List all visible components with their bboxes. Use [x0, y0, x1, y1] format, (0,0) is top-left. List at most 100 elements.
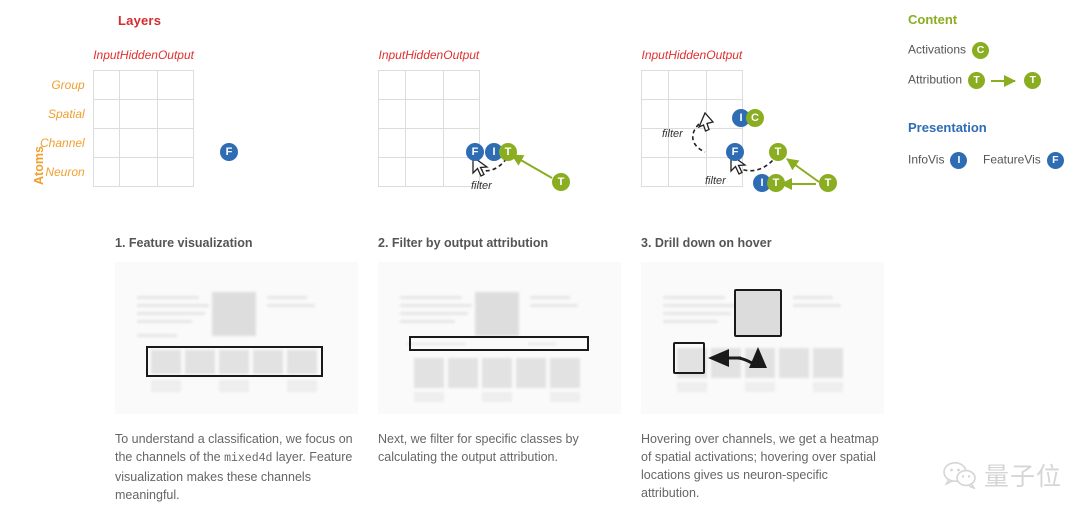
cell-neuron-input[interactable]: [641, 156, 669, 187]
legend-row-activations: Activations C: [908, 42, 990, 59]
matrix-row-channel: Channel: [40, 127, 195, 158]
cell-channel-hidden[interactable]: [404, 127, 444, 158]
cell-channel-input[interactable]: [92, 127, 121, 158]
matrix-row-group: [378, 69, 480, 100]
matrix-row-neuron: [378, 156, 480, 187]
cell-neuron-hidden[interactable]: [404, 156, 444, 187]
matrix-col-header-input: Input: [641, 47, 669, 62]
step-3-thumbnail[interactable]: [641, 262, 884, 414]
caption-text-part1: Next, we filter for specific classes by …: [378, 432, 579, 464]
matrix-col-header-output: Output: [443, 47, 480, 62]
cell-group-input[interactable]: [92, 69, 121, 100]
filter-label: filter: [471, 180, 492, 192]
legend-heading-content: Content: [908, 12, 958, 27]
step-2-title: 2. Filter by output attribution: [378, 236, 549, 250]
cell-spatial-input[interactable]: [378, 98, 406, 129]
cell-group-hidden[interactable]: [404, 69, 444, 100]
cell-group-input[interactable]: [641, 69, 669, 100]
legend-row-infovis: InfoVis I: [908, 152, 968, 169]
legend: Content Activations C Attribution T T Pres…: [908, 12, 1073, 169]
matrix-header-row: Input Hidden Output: [40, 40, 194, 70]
badge-attribution-from[interactable]: T: [968, 72, 986, 89]
cell-neuron-output[interactable]: [157, 156, 195, 187]
step-2-caption: Next, we filter for specific classes by …: [378, 430, 621, 466]
legend-arrow-icon: [991, 74, 1017, 87]
cell-neuron-hidden[interactable]: [119, 156, 159, 187]
legend-label-attribution: Attribution: [908, 72, 963, 87]
badge-attribution-neuron[interactable]: T: [767, 174, 785, 192]
step-1-thumbnail[interactable]: [115, 262, 358, 414]
cell-spatial-output[interactable]: [442, 98, 480, 129]
matrix-row-header-group: Group: [51, 77, 85, 92]
matrix-table-2: Input Hidden Output: [378, 40, 480, 187]
cell-spatial-hidden[interactable]: [667, 98, 707, 129]
badge-attribution-output[interactable]: T: [552, 173, 570, 191]
matrix-col-header-output: Output: [706, 47, 743, 62]
caption-text-part1: Hovering over channels, we get a heatmap…: [641, 432, 879, 500]
badge-attribution-channel[interactable]: T: [769, 143, 787, 161]
matrix-table-1: Input Hidden Output Group Spatial Channe…: [40, 40, 195, 187]
cell-channel-output[interactable]: [157, 127, 195, 158]
cell-spatial-input[interactable]: [92, 98, 121, 129]
badge-attribution-output[interactable]: T: [819, 174, 837, 192]
matrix-row-spatial: [378, 98, 480, 129]
matrix-row-neuron: Neuron: [40, 156, 195, 187]
cell-channel-input[interactable]: [378, 127, 406, 158]
drill-down-arrows: [708, 347, 767, 368]
cell-spatial-hidden[interactable]: [404, 98, 444, 129]
wechat-icon: [943, 462, 976, 489]
highlight-channel-row: [146, 346, 323, 377]
cell-spatial-output[interactable]: [157, 98, 195, 129]
step-panel-1: 1. Feature visualization To understand a…: [115, 236, 358, 517]
badge-attribution-to[interactable]: T: [1024, 72, 1042, 89]
matrix-header-row: Input Hidden Output: [379, 40, 480, 70]
badge-activations[interactable]: C: [972, 42, 990, 59]
cell-group-hidden[interactable]: [119, 69, 159, 100]
legend-label-activations: Activations: [908, 42, 967, 57]
caption-layer-name: mixed4d: [224, 452, 273, 465]
step-2-thumbnail[interactable]: [378, 262, 621, 414]
cell-group-output[interactable]: [705, 69, 743, 100]
matrix-col-header-output: Output: [157, 47, 194, 62]
thumbnail-blurred-content: [115, 262, 358, 414]
cell-neuron-input[interactable]: [378, 156, 406, 187]
matrix-row-header-spatial: Spatial: [48, 106, 85, 121]
matrix-row-header-neuron: Neuron: [45, 164, 85, 179]
cell-spatial-hidden[interactable]: [119, 98, 159, 129]
matrix-table-3: Input Hidden Output: [641, 40, 743, 187]
watermark-text: 量子位: [983, 462, 1062, 491]
badge-featurevis[interactable]: F: [466, 143, 484, 161]
cell-spatial-input[interactable]: [641, 98, 669, 129]
page-root: Layers Atoms Input Hidden Output Group S…: [0, 0, 1080, 521]
matrix-corner: [40, 40, 93, 70]
badge-featurevis[interactable]: F: [220, 143, 238, 161]
cell-neuron-input[interactable]: [92, 156, 121, 187]
filter-label-1: filter: [662, 128, 683, 140]
badge-featurevis-channel[interactable]: F: [726, 143, 744, 161]
legend-row-attribution: Attribution T T: [908, 72, 1042, 89]
highlight-filter-bar: [409, 336, 589, 351]
badge-attribution-hidden[interactable]: T: [499, 143, 517, 161]
legend-heading-presentation: Presentation: [908, 120, 987, 135]
step-panel-2: 2. Filter by output attribution Next, we…: [378, 236, 621, 479]
cell-channel-hidden[interactable]: [119, 127, 159, 158]
watermark: 量子位: [943, 457, 1062, 493]
badge-infovis[interactable]: I: [950, 152, 968, 169]
legend-label-infovis: InfoVis: [908, 152, 945, 167]
matrix-col-header-hidden: Hidden: [405, 47, 444, 62]
matrix-row-header-channel: Channel: [40, 135, 85, 150]
matrix-row-spatial: Spatial: [40, 98, 195, 129]
filter-label-2: filter: [705, 175, 726, 187]
badge-featurevis[interactable]: F: [1046, 152, 1064, 169]
cell-group-input[interactable]: [378, 69, 406, 100]
matrix-row-neuron: [641, 156, 743, 187]
cell-neuron-hidden[interactable]: [667, 156, 707, 187]
badge-activations-spatial[interactable]: C: [746, 109, 764, 127]
cell-group-output[interactable]: [442, 69, 480, 100]
cell-group-hidden[interactable]: [667, 69, 707, 100]
matrix-col-header-input: Input: [93, 47, 120, 62]
matrix-row-channel: [378, 127, 480, 158]
cell-group-output[interactable]: [157, 69, 195, 100]
attribution-arrow-up: [786, 158, 820, 183]
matrix-row-spatial: [641, 98, 743, 129]
